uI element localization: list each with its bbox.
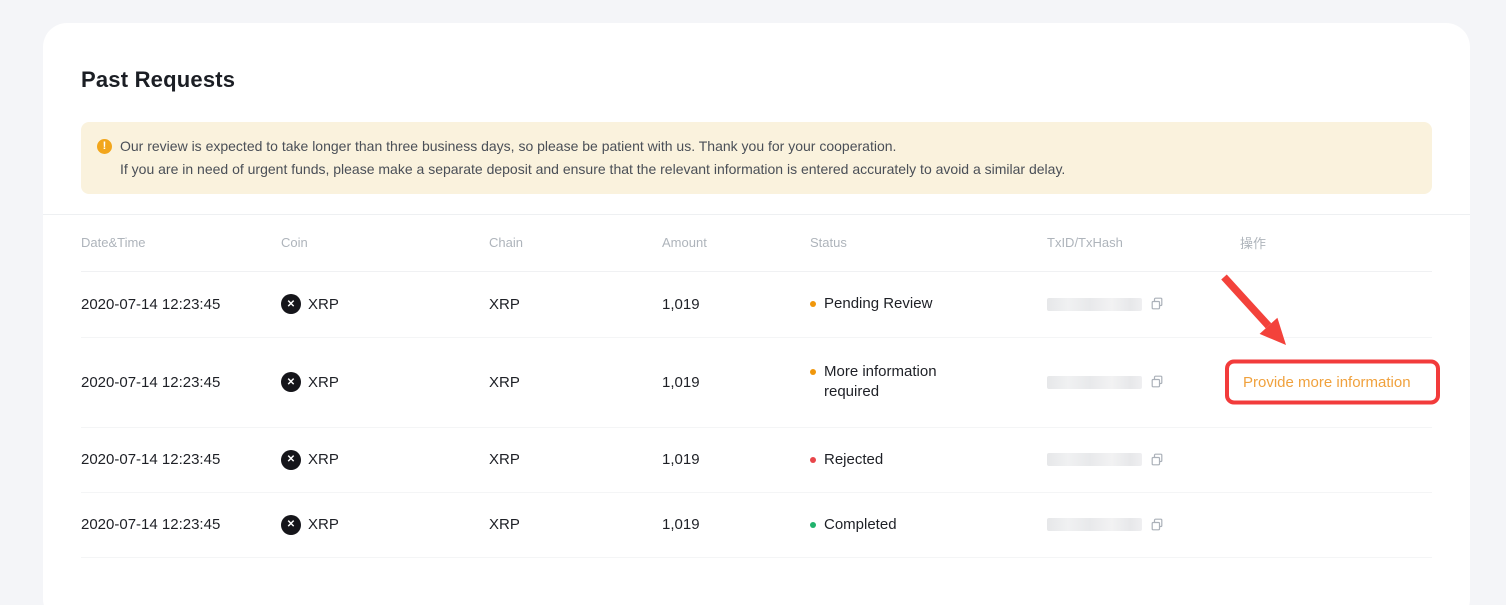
notice-line-1: Our review is expected to take longer th… (120, 135, 1065, 158)
amount-cell: 1,019 (662, 492, 810, 557)
status-dot (810, 301, 816, 307)
past-requests-card: Past Requests Our review is expected to … (43, 23, 1470, 605)
masked-txid (1047, 518, 1142, 531)
table-header-row: Date&Time Coin Chain Amount Status TxID/… (81, 215, 1432, 271)
col-header-status: Status (810, 215, 1047, 271)
provide-more-information-link[interactable]: Provide more information (1240, 374, 1411, 391)
masked-txid (1047, 298, 1142, 311)
review-notice-banner: Our review is expected to take longer th… (81, 122, 1432, 194)
col-header-datetime: Date&Time (81, 215, 281, 271)
status-cell: Completed (810, 515, 1047, 535)
chain-cell: XRP (489, 337, 662, 427)
txid-cell (1047, 374, 1240, 390)
copy-icon[interactable] (1149, 296, 1165, 312)
coin-cell: XRP (281, 294, 489, 314)
status-badge: Completed (824, 515, 897, 535)
copy-icon[interactable] (1149, 374, 1165, 390)
status-cell: Rejected (810, 450, 1047, 470)
table-row: 2020-07-14 12:23:45 XRP XRP 1,019 Reject… (81, 427, 1432, 492)
xrp-coin-icon (281, 372, 301, 392)
xrp-coin-icon (281, 294, 301, 314)
past-requests-table: Date&Time Coin Chain Amount Status TxID/… (81, 215, 1432, 558)
chain-cell: XRP (489, 427, 662, 492)
status-badge: Pending Review (824, 294, 932, 314)
alert-icon (97, 139, 112, 154)
chain-cell: XRP (489, 492, 662, 557)
coin-cell: XRP (281, 515, 489, 535)
coin-label: XRP (308, 516, 339, 533)
notice-line-2: If you are in need of urgent funds, plea… (120, 158, 1065, 181)
coin-label: XRP (308, 374, 339, 391)
col-header-amount: Amount (662, 215, 810, 271)
col-header-txid: TxID/TxHash (1047, 215, 1240, 271)
chain-cell: XRP (489, 271, 662, 337)
table-row: 2020-07-14 12:23:45 XRP XRP 1,019 Comple… (81, 492, 1432, 557)
amount-cell: 1,019 (662, 337, 810, 427)
txid-cell (1047, 296, 1240, 312)
status-cell: More information required (810, 362, 1047, 402)
datetime-cell: 2020-07-14 12:23:45 (81, 271, 281, 337)
masked-txid (1047, 376, 1142, 389)
coin-label: XRP (308, 451, 339, 468)
masked-txid (1047, 453, 1142, 466)
col-header-action: 操作 (1240, 215, 1432, 271)
coin-cell: XRP (281, 450, 489, 470)
coin-cell: XRP (281, 372, 489, 392)
xrp-coin-icon (281, 450, 301, 470)
coin-label: XRP (308, 296, 339, 313)
amount-cell: 1,019 (662, 271, 810, 337)
table-row: 2020-07-14 12:23:45 XRP XRP 1,019 More i… (81, 337, 1432, 427)
amount-cell: 1,019 (662, 427, 810, 492)
copy-icon[interactable] (1149, 517, 1165, 533)
status-dot (810, 369, 816, 375)
col-header-chain: Chain (489, 215, 662, 271)
notice-text: Our review is expected to take longer th… (120, 135, 1065, 181)
txid-cell (1047, 517, 1240, 533)
action-cell: Provide more information (1240, 337, 1432, 427)
action-cell (1240, 427, 1432, 492)
copy-icon[interactable] (1149, 452, 1165, 468)
status-dot (810, 457, 816, 463)
datetime-cell: 2020-07-14 12:23:45 (81, 337, 281, 427)
status-dot (810, 522, 816, 528)
action-cell (1240, 492, 1432, 557)
status-badge: More information required (824, 362, 962, 402)
page-title: Past Requests (81, 23, 1432, 93)
col-header-coin: Coin (281, 215, 489, 271)
datetime-cell: 2020-07-14 12:23:45 (81, 492, 281, 557)
xrp-coin-icon (281, 515, 301, 535)
table-row: 2020-07-14 12:23:45 XRP XRP 1,019 Pendin… (81, 271, 1432, 337)
action-cell (1240, 271, 1432, 337)
datetime-cell: 2020-07-14 12:23:45 (81, 427, 281, 492)
status-cell: Pending Review (810, 294, 1047, 314)
status-badge: Rejected (824, 450, 883, 470)
txid-cell (1047, 452, 1240, 468)
